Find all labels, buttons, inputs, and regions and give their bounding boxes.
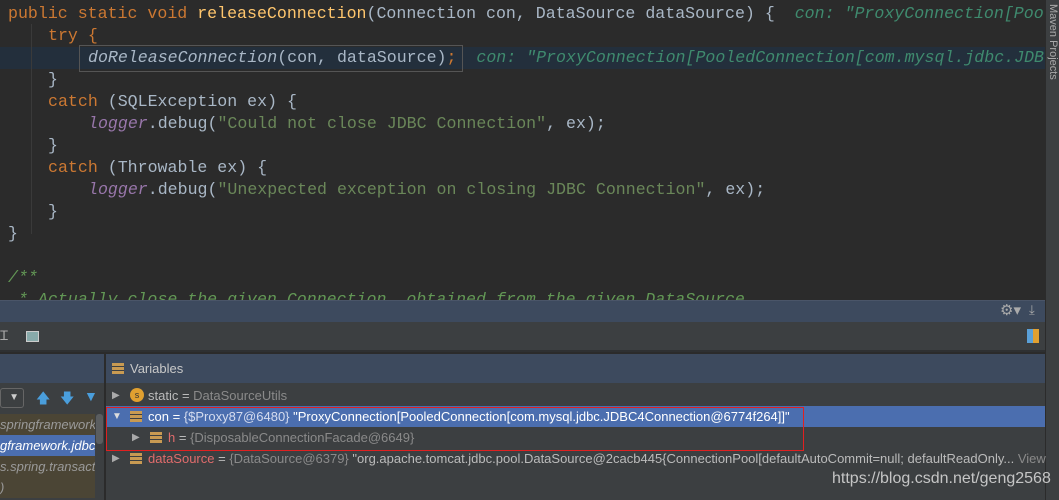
code-line: * Actually close the given Connection, o… [8,290,755,300]
method-call: doReleaseConnection [88,48,278,67]
variable-row-selected[interactable]: ▼ con = {$Proxy87@6480} "ProxyConnection… [106,406,1045,427]
call: .debug( [147,180,218,199]
code-line: catch (SQLException ex) { [48,91,297,113]
eq: = [178,388,194,403]
expand-icon[interactable]: ▶ [112,448,120,469]
var-name: dataSource [148,451,215,466]
method-name: releaseConnection [197,4,367,23]
params: (Throwable ex) { [107,158,268,177]
keyword: catch [48,92,108,111]
string: "Unexpected exception on closing JDBC Co… [217,180,706,199]
maven-projects-label: Maven Projects [1047,4,1059,80]
code-editor[interactable]: public static void releaseConnection(Con… [0,0,1045,300]
hide-panel-icon[interactable]: ⤓ [1029,302,1035,318]
view-link[interactable]: View [1018,451,1046,466]
keyword: public static void [8,4,198,23]
string: "Could not close JDBC Connection" [217,114,547,133]
up-arrow-icon[interactable]: 🡅 [36,388,50,412]
variable-row[interactable]: ▶ dataSource = {DataSource@6379} "org.ap… [106,448,1046,469]
field: logger [88,180,148,199]
frame-item[interactable]: ) [0,477,95,498]
code-line: logger.debug("Could not close JDBC Conne… [88,113,606,135]
variable-row[interactable]: ▶ s static = DataSourceUtils [106,385,1045,406]
field-icon [150,432,162,443]
code-line: } [48,136,58,155]
code-line: doReleaseConnection(con, dataSource); co… [88,47,1044,69]
params: (Connection con, DataSource dataSource) … [366,4,775,23]
frame-item-selected[interactable]: gframework.jdbc [0,435,95,456]
var-name: static [148,388,179,403]
frame-item[interactable]: s.spring.transact [0,456,95,477]
params: (SQLException ex) { [107,92,297,111]
var-ref: {$Proxy87@6480} [183,409,290,424]
maven-projects-tab[interactable]: Maven Projects [1045,0,1059,300]
var-ref: {DataSource@6379} [229,451,349,466]
variables-icon [112,363,124,374]
code-line: } [48,202,58,221]
code-line: logger.debug("Unexpected exception on cl… [88,179,765,201]
code-line: try { [48,26,98,45]
var-value: "ProxyConnection[PooledConnection[com.my… [289,409,790,424]
var-value: DataSourceUtils [193,388,288,403]
eq: = [175,430,191,445]
static-icon: s [130,388,144,402]
debug-toolbar: Ꮖ [0,322,1045,352]
field-icon [130,411,142,422]
watermark: https://blog.csdn.net/geng2568 [832,470,1051,487]
eq: = [168,409,184,424]
code-line: } [8,224,18,243]
frame-item[interactable]: springframework.j [0,414,95,435]
variables-title: Variables [130,361,184,376]
debug-panel-header: ⚙▾ ⤓ [0,300,1045,322]
field-icon [130,453,142,464]
var-name: con [148,409,169,424]
field: logger [88,114,148,133]
scrollbar[interactable] [96,414,103,444]
collapse-icon[interactable]: ▼ [112,406,122,427]
filter-icon[interactable]: ▼ [84,388,98,404]
threads-icon[interactable] [1027,329,1039,343]
inline-debug-value: con: "ProxyConnection[Poo [794,4,1044,23]
gear-icon[interactable]: ⚙▾ [1000,301,1021,319]
indent-guide [31,24,32,234]
step-icon[interactable]: Ꮖ [0,328,9,344]
call: .debug( [147,114,218,133]
semicolon: ; [446,48,457,67]
code-line: catch (Throwable ex) { [48,157,267,179]
down-arrow-icon[interactable]: 🡇 [60,388,74,412]
code-line: /** [8,268,38,287]
code-line: } [48,70,58,89]
inline-debug-value: con: "ProxyConnection[PooledConnection[c… [476,48,1044,67]
keyword: catch [48,158,108,177]
eq: = [214,451,230,466]
evaluate-expression-icon[interactable] [26,331,39,342]
var-value: "org.apache.tomcat.jdbc.pool.DataSource@… [348,451,1015,466]
call-end: , ex); [705,180,766,199]
frames-header [0,354,104,383]
var-ref: {DisposableConnectionFacade@6649} [190,430,415,445]
frames-panel: ▼ 🡅 🡇 ▼ springframework.j gframework.jdb… [0,354,105,500]
code-line: public static void releaseConnection(Con… [8,3,1044,25]
call-end: , ex); [546,114,606,133]
expand-icon[interactable]: ▶ [132,427,140,448]
thread-dropdown[interactable]: ▼ [0,388,24,408]
expand-icon[interactable]: ▶ [112,385,120,406]
variables-header: Variables [106,354,1045,383]
args: (con, dataSource) [277,48,447,67]
variable-row[interactable]: ▶ h = {DisposableConnectionFacade@6649} [106,427,1045,448]
